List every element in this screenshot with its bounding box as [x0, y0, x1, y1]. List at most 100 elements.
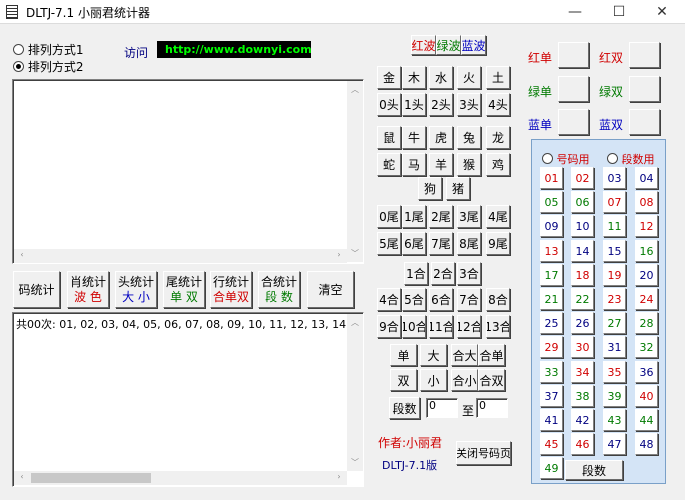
- close-button[interactable]: ✕: [640, 0, 684, 24]
- number-button[interactable]: 33: [540, 361, 563, 383]
- element-button[interactable]: 水: [429, 66, 453, 89]
- mode-number[interactable]: 号码用: [542, 151, 590, 167]
- sum-stats-button[interactable]: 合统计段 数: [258, 271, 300, 308]
- number-button[interactable]: 49: [540, 457, 563, 479]
- number-button[interactable]: 23: [603, 288, 626, 310]
- zodiac-button[interactable]: 蛇: [377, 153, 401, 176]
- segment-from-input[interactable]: 0: [426, 398, 458, 418]
- row-stats-button[interactable]: 行统计 合单双: [210, 271, 252, 308]
- scroll-down-icon[interactable]: ﹀: [347, 248, 363, 259]
- number-button[interactable]: 45: [540, 433, 563, 455]
- minimize-button[interactable]: —: [553, 0, 597, 24]
- sum-button[interactable]: 4合: [377, 288, 401, 311]
- odd-even-button[interactable]: [558, 109, 589, 135]
- head-stats-button[interactable]: 头统计大 小: [115, 271, 157, 308]
- zodiac-button[interactable]: 马: [402, 153, 426, 176]
- number-button[interactable]: 08: [635, 191, 658, 213]
- close-code-page-button[interactable]: 关闭号码页: [456, 441, 511, 465]
- number-button[interactable]: 16: [635, 240, 658, 262]
- zodiac-button[interactable]: 狗: [418, 177, 442, 200]
- number-button[interactable]: 02: [571, 167, 594, 189]
- tail-button[interactable]: 0尾: [377, 205, 401, 228]
- number-button[interactable]: 39: [603, 385, 626, 407]
- radio-arrange-2[interactable]: 排列方式2: [13, 58, 83, 75]
- number-button[interactable]: 14: [571, 240, 594, 262]
- odd-even-button[interactable]: [629, 76, 660, 102]
- number-button[interactable]: 29: [540, 336, 563, 358]
- tail-button[interactable]: 6尾: [402, 232, 426, 255]
- element-button[interactable]: 土: [486, 66, 510, 89]
- vertical-scrollbar[interactable]: ︿ ﹀: [347, 81, 363, 262]
- parity-button[interactable]: 合大: [451, 344, 478, 366]
- number-button[interactable]: 34: [571, 361, 594, 383]
- number-button[interactable]: 42: [571, 409, 594, 431]
- odd-even-button[interactable]: [629, 109, 660, 135]
- parity-button[interactable]: 大: [420, 344, 447, 366]
- zodiac-button[interactable]: 鸡: [486, 153, 510, 176]
- sum-button[interactable]: 6合: [429, 288, 453, 311]
- sum-button[interactable]: 5合: [402, 288, 426, 311]
- segment-button[interactable]: 段数: [389, 397, 420, 419]
- parity-button[interactable]: 小: [420, 369, 447, 391]
- number-button[interactable]: 47: [603, 433, 626, 455]
- sum-button[interactable]: 7合: [457, 288, 481, 311]
- blue-wave-button[interactable]: 蓝波: [461, 35, 486, 55]
- number-button[interactable]: 17: [540, 264, 563, 286]
- sum-button[interactable]: 3合: [457, 262, 481, 285]
- maximize-button[interactable]: ☐: [597, 0, 641, 24]
- segment-to-input[interactable]: 0: [476, 398, 508, 418]
- head-button[interactable]: 2头: [429, 93, 453, 116]
- parity-button[interactable]: 合双: [478, 369, 505, 391]
- number-button[interactable]: 40: [635, 385, 658, 407]
- number-button[interactable]: 19: [603, 264, 626, 286]
- number-button[interactable]: 35: [603, 361, 626, 383]
- number-button[interactable]: 05: [540, 191, 563, 213]
- scroll-right-icon[interactable]: ›: [331, 472, 347, 481]
- number-button[interactable]: 30: [571, 336, 594, 358]
- segments-button[interactable]: 段数: [565, 460, 623, 480]
- zodiac-button[interactable]: 虎: [429, 126, 453, 149]
- horizontal-scrollbar[interactable]: ‹ ›: [14, 249, 347, 263]
- number-button[interactable]: 36: [635, 361, 658, 383]
- number-button[interactable]: 21: [540, 288, 563, 310]
- number-button[interactable]: 12: [635, 215, 658, 237]
- tail-button[interactable]: 1尾: [402, 205, 426, 228]
- parity-button[interactable]: 单: [390, 344, 417, 366]
- zodiac-button[interactable]: 龙: [486, 126, 510, 149]
- number-button[interactable]: 03: [603, 167, 626, 189]
- zodiac-button[interactable]: 羊: [429, 153, 453, 176]
- scroll-up-icon[interactable]: ︿: [347, 317, 363, 328]
- element-button[interactable]: 金: [377, 66, 401, 89]
- number-button[interactable]: 11: [603, 215, 626, 237]
- number-button[interactable]: 38: [571, 385, 594, 407]
- number-button[interactable]: 24: [635, 288, 658, 310]
- zodiac-stats-button[interactable]: 肖统计波 色: [67, 271, 109, 308]
- zodiac-button[interactable]: 猴: [457, 153, 481, 176]
- scroll-right-icon[interactable]: ›: [331, 250, 347, 259]
- head-button[interactable]: 0头: [377, 93, 401, 116]
- number-button[interactable]: 48: [635, 433, 658, 455]
- number-button[interactable]: 44: [635, 409, 658, 431]
- number-button[interactable]: 43: [603, 409, 626, 431]
- tail-stats-button[interactable]: 尾统计单 双: [163, 271, 205, 308]
- red-wave-button[interactable]: 红波: [411, 35, 436, 55]
- tail-button[interactable]: 8尾: [457, 232, 481, 255]
- number-button[interactable]: 15: [603, 240, 626, 262]
- number-button[interactable]: 09: [540, 215, 563, 237]
- element-button[interactable]: 火: [457, 66, 481, 89]
- number-button[interactable]: 41: [540, 409, 563, 431]
- scroll-left-icon[interactable]: ‹: [14, 250, 30, 259]
- number-button[interactable]: 31: [603, 336, 626, 358]
- odd-even-button[interactable]: [629, 42, 660, 68]
- number-button[interactable]: 32: [635, 336, 658, 358]
- element-button[interactable]: 木: [402, 66, 426, 89]
- number-button[interactable]: 22: [571, 288, 594, 310]
- number-button[interactable]: 26: [571, 312, 594, 334]
- number-button[interactable]: 04: [635, 167, 658, 189]
- number-button[interactable]: 01: [540, 167, 563, 189]
- number-button[interactable]: 10: [571, 215, 594, 237]
- output-horizontal-scrollbar[interactable]: ‹ ›: [14, 471, 347, 485]
- zodiac-button[interactable]: 牛: [402, 126, 426, 149]
- scroll-up-icon[interactable]: ︿: [347, 84, 363, 95]
- scroll-left-icon[interactable]: ‹: [14, 472, 30, 481]
